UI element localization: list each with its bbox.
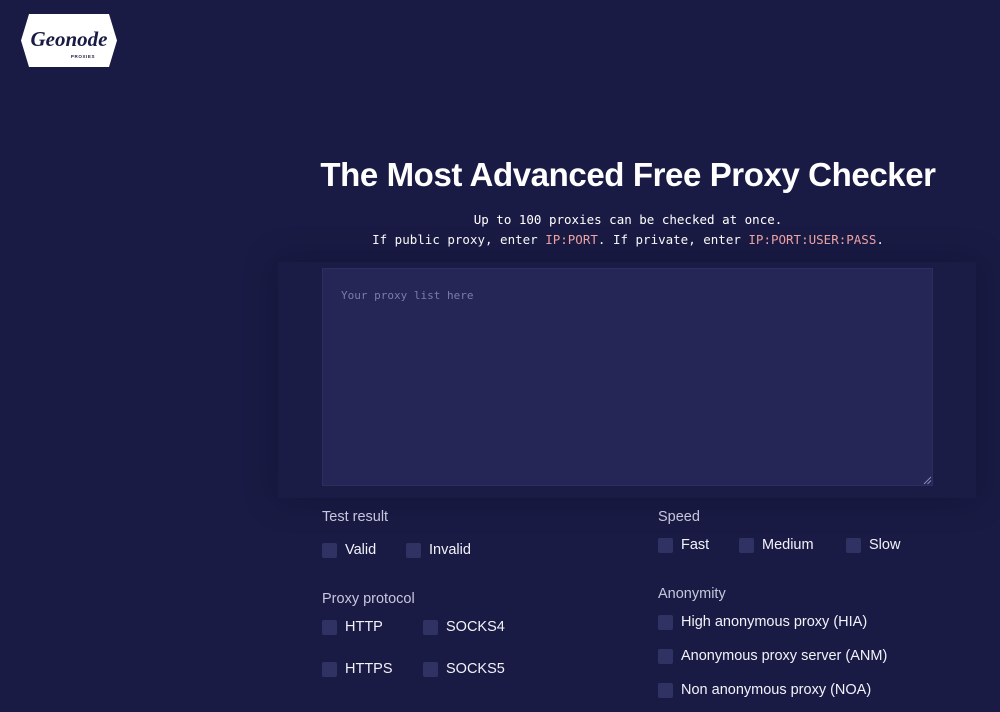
https-checkbox[interactable] [322, 661, 337, 677]
socks5-checkbox[interactable] [423, 661, 438, 677]
https-label: HTTPS [345, 661, 393, 677]
test-result-valid-option[interactable]: Valid [322, 542, 376, 558]
http-checkbox[interactable] [322, 619, 337, 635]
public-format-code: IP:PORT [545, 232, 598, 247]
protocol-http-option[interactable]: HTTP [322, 619, 383, 635]
geonode-logo[interactable]: Geonode PROXIES [20, 13, 118, 68]
resize-handle-icon[interactable] [922, 475, 932, 485]
valid-checkbox[interactable] [322, 542, 337, 558]
invalid-checkbox[interactable] [406, 542, 421, 558]
subtitle-format-prefix: If public proxy, enter [372, 232, 546, 247]
medium-label: Medium [762, 537, 814, 553]
logo-tagline: PROXIES [71, 54, 95, 59]
speed-fast-option[interactable]: Fast [658, 537, 709, 553]
logo-wordmark: Geonode [31, 27, 108, 51]
anonymity-label: Anonymity [658, 586, 726, 602]
proxy-protocol-label: Proxy protocol [322, 591, 415, 607]
anonymity-hia-option[interactable]: High anonymous proxy (HIA) [658, 614, 867, 630]
http-label: HTTP [345, 619, 383, 635]
speed-slow-option[interactable]: Slow [846, 537, 900, 553]
proxy-list-textarea[interactable] [322, 268, 933, 486]
test-result-invalid-option[interactable]: Invalid [406, 542, 471, 558]
private-format-code: IP:PORT:USER:PASS [748, 232, 877, 247]
slow-checkbox[interactable] [846, 537, 861, 553]
subtitle-format-suffix: . [876, 232, 884, 247]
anm-label: Anonymous proxy server (ANM) [681, 648, 888, 664]
socks4-label: SOCKS4 [446, 619, 505, 635]
noa-label: Non anonymous proxy (NOA) [681, 682, 872, 698]
subtitle-format: If public proxy, enter IP:PORT. If priva… [300, 232, 956, 247]
subtitle-format-middle: . If private, enter [597, 232, 749, 247]
protocol-socks4-option[interactable]: SOCKS4 [423, 619, 505, 635]
logo-badge-icon: Geonode PROXIES [21, 14, 117, 67]
socks4-checkbox[interactable] [423, 619, 438, 635]
slow-label: Slow [869, 537, 901, 553]
socks5-label: SOCKS5 [446, 661, 505, 677]
invalid-label: Invalid [429, 542, 471, 558]
subtitle-limit-text: Up to 100 proxies can be checked at once… [473, 212, 783, 227]
protocol-socks5-option[interactable]: SOCKS5 [423, 661, 505, 677]
medium-checkbox[interactable] [739, 537, 754, 553]
fast-label: Fast [681, 537, 710, 553]
test-result-label: Test result [322, 509, 389, 525]
anonymity-anm-option[interactable]: Anonymous proxy server (ANM) [658, 648, 887, 664]
speed-label: Speed [658, 509, 700, 525]
noa-checkbox[interactable] [658, 682, 673, 698]
hia-checkbox[interactable] [658, 614, 673, 630]
anm-checkbox[interactable] [658, 648, 673, 664]
fast-checkbox[interactable] [658, 537, 673, 553]
speed-medium-option[interactable]: Medium [739, 537, 814, 553]
subtitle-limit: Up to 100 proxies can be checked at once… [300, 212, 956, 227]
hia-label: High anonymous proxy (HIA) [681, 614, 868, 630]
anonymity-noa-option[interactable]: Non anonymous proxy (NOA) [658, 682, 871, 698]
protocol-https-option[interactable]: HTTPS [322, 661, 393, 677]
valid-label: Valid [345, 542, 377, 558]
page-title: The Most Advanced Free Proxy Checker [320, 156, 936, 193]
